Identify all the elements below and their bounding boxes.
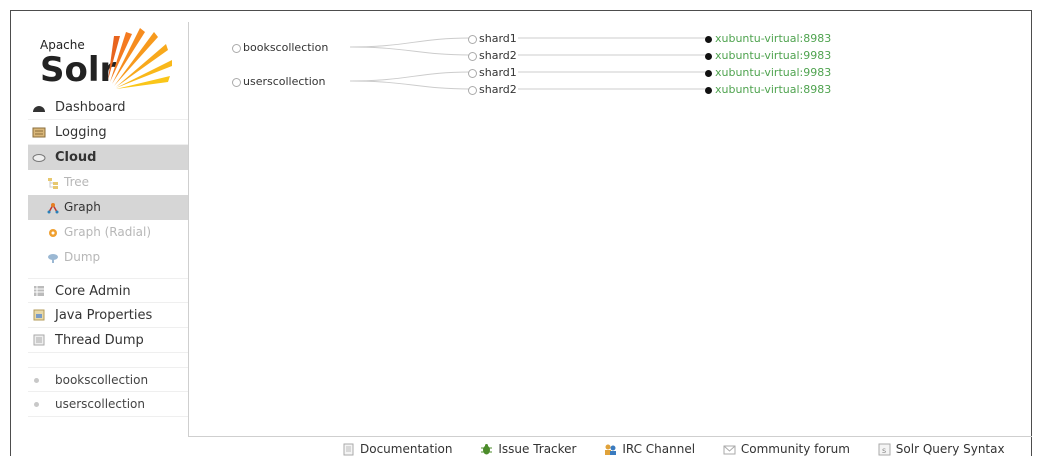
footer-community-forum-link[interactable]: Community forum <box>721 440 850 459</box>
graph-shard-node[interactable]: shard1 <box>468 66 517 79</box>
graph-edge <box>349 71 471 82</box>
sidebar-item-logging[interactable]: Logging <box>28 120 188 145</box>
footer-irc-channel-link[interactable]: IRC Channel <box>602 440 695 459</box>
core-dot-icon <box>34 402 39 407</box>
shard-node-icon <box>468 68 477 78</box>
core-item-label: userscollection <box>55 397 145 411</box>
graph-shard-node[interactable]: shard2 <box>468 49 517 62</box>
dump-icon <box>48 254 58 263</box>
dashboard-icon <box>33 106 45 112</box>
sidebar-subitem-graph-radial[interactable]: Graph (Radial) <box>28 220 188 245</box>
footer-link-label: Community forum <box>740 442 850 456</box>
mail-icon <box>723 445 736 455</box>
sidebar-subitem-tree[interactable]: Tree <box>28 170 188 195</box>
graph-replica-node[interactable]: xubuntu-virtual:9983 <box>705 49 831 62</box>
sidebar-item-label: Dashboard <box>55 100 126 115</box>
sidebar-item-label: Java Properties <box>55 308 153 323</box>
sidebar-item-thread-dump[interactable]: Thread Dump <box>28 328 188 353</box>
core-admin-icon <box>34 286 44 296</box>
java-properties-icon <box>33 309 45 321</box>
footer-link-label: Issue Tracker <box>498 442 577 456</box>
sidebar-item-label: Thread Dump <box>55 333 144 348</box>
sidebar-item-dashboard[interactable]: Dashboard <box>28 95 188 120</box>
cloud-icon <box>32 154 46 162</box>
shard-node-icon <box>468 34 477 44</box>
bug-icon <box>481 444 493 455</box>
graph-replica-node[interactable]: xubuntu-virtual:8983 <box>705 83 831 96</box>
replica-active-icon <box>705 69 712 77</box>
footer-documentation-link[interactable]: Documentation <box>340 440 453 459</box>
svg-text:s: s <box>882 446 886 455</box>
collection-node-icon <box>232 43 241 53</box>
graph-edges <box>349 37 706 90</box>
query-syntax-icon: s <box>878 443 891 456</box>
sidebar-item-label: Graph <box>64 200 101 214</box>
sidebar-item-label: Logging <box>55 125 107 140</box>
document-icon <box>343 443 354 456</box>
graph-shard-node[interactable]: shard2 <box>468 83 517 96</box>
replica-label: xubuntu-virtual:9983 <box>715 49 832 62</box>
sidebar-item-java-properties[interactable]: Java Properties <box>28 303 188 328</box>
core-item-userscollection[interactable]: userscollection <box>28 392 188 417</box>
logging-icon <box>32 127 46 138</box>
sidebar-subitem-dump[interactable]: Dump <box>28 245 188 270</box>
replica-label: xubuntu-virtual:8983 <box>715 32 832 45</box>
sidebar-item-label: Dump <box>64 250 101 264</box>
footer-solr-query-syntax-link[interactable]: s Solr Query Syntax <box>876 440 1005 459</box>
graph-radial-icon <box>49 229 57 237</box>
collection-node-icon <box>232 77 241 87</box>
people-icon <box>605 444 617 455</box>
graph-collection-node[interactable]: bookscollection <box>232 41 328 54</box>
shard-node-icon <box>468 51 477 61</box>
footer-link-label: Solr Query Syntax <box>895 442 1005 456</box>
footer-issue-tracker-link[interactable]: Issue Tracker <box>478 440 576 459</box>
sidebar-item-core-admin[interactable]: Core Admin <box>28 278 188 303</box>
collection-label: userscollection <box>243 75 326 88</box>
graph-shard-node[interactable]: shard1 <box>468 32 517 45</box>
graph-edge <box>349 37 471 48</box>
shard-node-icon <box>468 85 477 95</box>
footer-links: Documentation Issue Tracker IRC Channel … <box>340 440 1027 459</box>
collection-label: bookscollection <box>243 41 329 54</box>
core-item-bookscollection[interactable]: bookscollection <box>28 367 188 392</box>
sidebar-divider <box>28 270 188 278</box>
footer-link-label: IRC Channel <box>622 442 696 456</box>
sidebar-subitem-graph[interactable]: Graph <box>28 195 188 220</box>
sidebar-item-label: Tree <box>64 175 90 189</box>
graph-replica-node[interactable]: xubuntu-virtual:8983 <box>705 32 831 45</box>
sidebar-item-cloud[interactable]: Cloud <box>28 145 188 170</box>
graph-icon <box>47 203 59 214</box>
graph-replica-node[interactable]: xubuntu-virtual:9983 <box>705 66 831 79</box>
replica-active-icon <box>705 52 712 60</box>
core-item-label: bookscollection <box>55 373 149 387</box>
shard-label: shard1 <box>479 32 517 45</box>
sidebar-item-label: Graph (Radial) <box>64 225 152 239</box>
core-dot-icon <box>34 378 39 383</box>
sidebar-nav: Dashboard Logging Cloud Tree Graph Graph… <box>28 95 188 417</box>
graph-edge <box>349 80 471 90</box>
tree-icon <box>48 178 58 189</box>
sidebar-item-label: Core Admin <box>55 284 131 299</box>
replica-active-icon <box>705 86 712 94</box>
replica-label: xubuntu-virtual:9983 <box>715 66 832 79</box>
footer-link-label: Documentation <box>360 442 453 456</box>
replica-active-icon <box>705 35 712 43</box>
solr-logo[interactable]: Apache Solr <box>28 22 178 92</box>
shard-label: shard2 <box>479 83 517 96</box>
sidebar-divider <box>28 353 188 367</box>
shard-label: shard2 <box>479 49 517 62</box>
replica-label: xubuntu-virtual:8983 <box>715 83 832 96</box>
cloud-graph: bookscollection userscollection shard1 s… <box>188 22 1032 122</box>
thread-dump-icon <box>33 334 45 346</box>
graph-edge <box>349 46 471 56</box>
graph-collection-node[interactable]: userscollection <box>232 75 326 88</box>
solr-sunburst-icon <box>108 28 172 89</box>
shard-label: shard1 <box>479 66 517 79</box>
sidebar-item-label: Cloud <box>55 150 97 165</box>
